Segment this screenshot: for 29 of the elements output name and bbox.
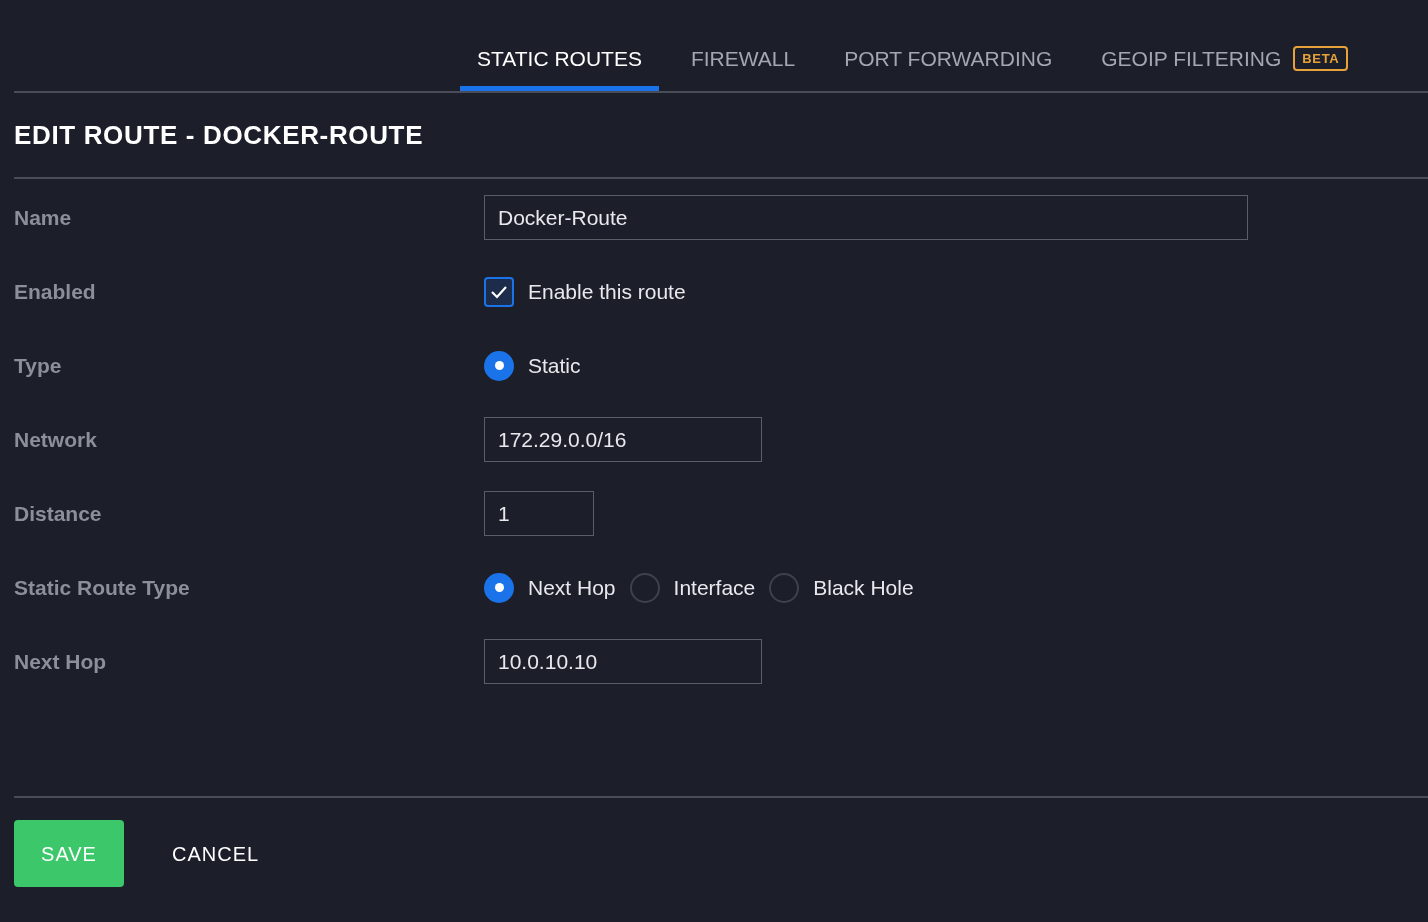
- field-label: Type: [14, 352, 63, 379]
- checkbox[interactable]: [484, 276, 514, 307]
- tab[interactable]: FIREWALL: [673, 31, 813, 91]
- radio-button[interactable]: [484, 572, 514, 603]
- tab[interactable]: STATIC ROUTES: [460, 31, 659, 91]
- field-label: Next Hop: [14, 648, 108, 675]
- field-label: Static Route Type: [14, 574, 191, 601]
- checkbox-label: Enable this route: [528, 278, 686, 305]
- tab[interactable]: GEOIP FILTERING BETA: [1084, 31, 1366, 91]
- text-field[interactable]: 1: [484, 491, 594, 536]
- beta-badge: BETA: [1293, 45, 1349, 72]
- radio-label: Interface: [673, 574, 756, 601]
- radio-button[interactable]: [629, 572, 660, 603]
- text-field[interactable]: 10.0.10.10: [484, 639, 762, 684]
- radio-label: Static: [528, 352, 581, 379]
- tab[interactable]: PORT FORWARDING: [827, 31, 1070, 91]
- field-label: Enabled: [14, 278, 97, 305]
- radio-button[interactable]: [484, 350, 514, 381]
- field-label: Name: [14, 204, 73, 231]
- radio-label: Black Hole: [813, 574, 914, 601]
- radio-button[interactable]: [769, 572, 800, 603]
- page-title: EDIT ROUTE - DOCKER-ROUTE: [14, 118, 424, 152]
- radio-label: Next Hop: [528, 574, 616, 601]
- field-label: Distance: [14, 500, 103, 527]
- check-icon: [490, 284, 508, 299]
- text-field[interactable]: Docker-Route: [484, 195, 1248, 240]
- cancel-button[interactable]: CANCEL: [162, 820, 270, 887]
- text-field[interactable]: 172.29.0.0/16: [484, 417, 762, 462]
- field-label: Network: [14, 426, 98, 453]
